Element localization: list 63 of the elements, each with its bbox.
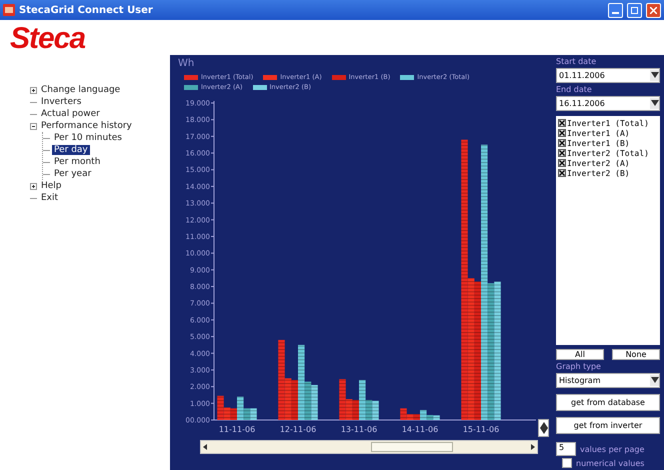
close-icon bbox=[650, 6, 657, 14]
close-button[interactable] bbox=[646, 2, 661, 18]
down-arrow-icon[interactable] bbox=[650, 100, 658, 108]
checkbox[interactable] bbox=[558, 119, 566, 127]
all-button[interactable]: All bbox=[556, 349, 604, 360]
spinner[interactable] bbox=[538, 419, 549, 437]
x-tick-label: 14-11-06 bbox=[402, 425, 438, 434]
scroll-thumb[interactable] bbox=[371, 442, 453, 452]
minimize-button[interactable] bbox=[608, 2, 623, 18]
checkbox[interactable] bbox=[558, 159, 566, 167]
values-per-page-field[interactable]: 5 bbox=[556, 442, 576, 456]
end-date-label: End date bbox=[556, 85, 593, 94]
series-option[interactable]: Inverter1 (B) bbox=[567, 138, 630, 148]
series-option[interactable]: Inverter2 (Total) bbox=[567, 148, 649, 158]
numerical-values-label: numerical values bbox=[576, 458, 644, 468]
up-arrow-icon[interactable] bbox=[540, 420, 548, 428]
x-tick-label: 12-11-06 bbox=[280, 425, 316, 434]
tree-item[interactable]: Performance history bbox=[39, 121, 134, 131]
tree-item[interactable]: Exit bbox=[39, 193, 60, 203]
x-tick-label: 15-11-06 bbox=[462, 425, 500, 434]
series-option[interactable]: Inverter1 (A) bbox=[567, 128, 630, 138]
app-icon bbox=[3, 4, 15, 16]
left-arrow-icon[interactable] bbox=[201, 443, 209, 451]
graph-type-dropdown[interactable]: Histogram bbox=[556, 373, 660, 388]
get-from-inverter-button[interactable]: get from inverter bbox=[556, 417, 660, 434]
graph-type-label: Graph type bbox=[556, 362, 602, 371]
x-tick-label: 11-11-06 bbox=[218, 425, 256, 434]
down-arrow-icon[interactable] bbox=[650, 72, 658, 80]
down-arrow-icon[interactable] bbox=[540, 428, 548, 436]
checkbox[interactable] bbox=[558, 169, 566, 177]
end-date-dropdown[interactable]: 16.11.2006 bbox=[556, 96, 660, 111]
y-axis-unit: Wh bbox=[178, 58, 196, 69]
checkbox[interactable] bbox=[558, 139, 566, 147]
expand-icon[interactable] bbox=[30, 182, 37, 190]
down-arrow-icon[interactable] bbox=[650, 376, 658, 384]
maximize-button[interactable] bbox=[627, 2, 642, 18]
maximize-icon bbox=[631, 6, 638, 14]
tree-item[interactable]: Per month bbox=[52, 157, 102, 167]
tree-item[interactable]: Change language bbox=[39, 85, 122, 95]
start-date-dropdown[interactable]: 01.11.2006 bbox=[556, 68, 660, 83]
window-title: StecaGrid Connect User bbox=[19, 4, 154, 16]
expand-icon[interactable] bbox=[30, 86, 37, 94]
none-button[interactable]: None bbox=[612, 349, 660, 360]
checkbox[interactable] bbox=[562, 458, 572, 468]
tree-item[interactable]: Per year bbox=[52, 169, 94, 179]
x-tick-label: 13-11-06 bbox=[340, 425, 378, 434]
tree-item[interactable]: Help bbox=[39, 181, 64, 191]
tree-item[interactable]: Actual power bbox=[39, 109, 102, 119]
start-date-label: Start date bbox=[556, 57, 598, 66]
checkbox[interactable] bbox=[558, 149, 566, 157]
series-option[interactable]: Inverter2 (B) bbox=[567, 168, 630, 178]
tree-item[interactable]: Per 10 minutes bbox=[52, 133, 124, 143]
tree-item[interactable]: Per day bbox=[52, 145, 90, 155]
get-from-database-button[interactable]: get from database bbox=[556, 394, 660, 411]
checkbox[interactable] bbox=[558, 129, 566, 137]
logo: Steca bbox=[10, 22, 86, 56]
tree-item[interactable]: Inverters bbox=[39, 97, 84, 107]
right-arrow-icon[interactable] bbox=[529, 443, 537, 451]
series-option[interactable]: Inverter1 (Total) bbox=[567, 118, 649, 128]
values-per-page-label: values per page bbox=[580, 444, 644, 454]
series-option[interactable]: Inverter2 (A) bbox=[567, 158, 630, 168]
collapse-icon[interactable] bbox=[30, 122, 37, 130]
horizontal-scrollbar[interactable] bbox=[200, 440, 538, 454]
